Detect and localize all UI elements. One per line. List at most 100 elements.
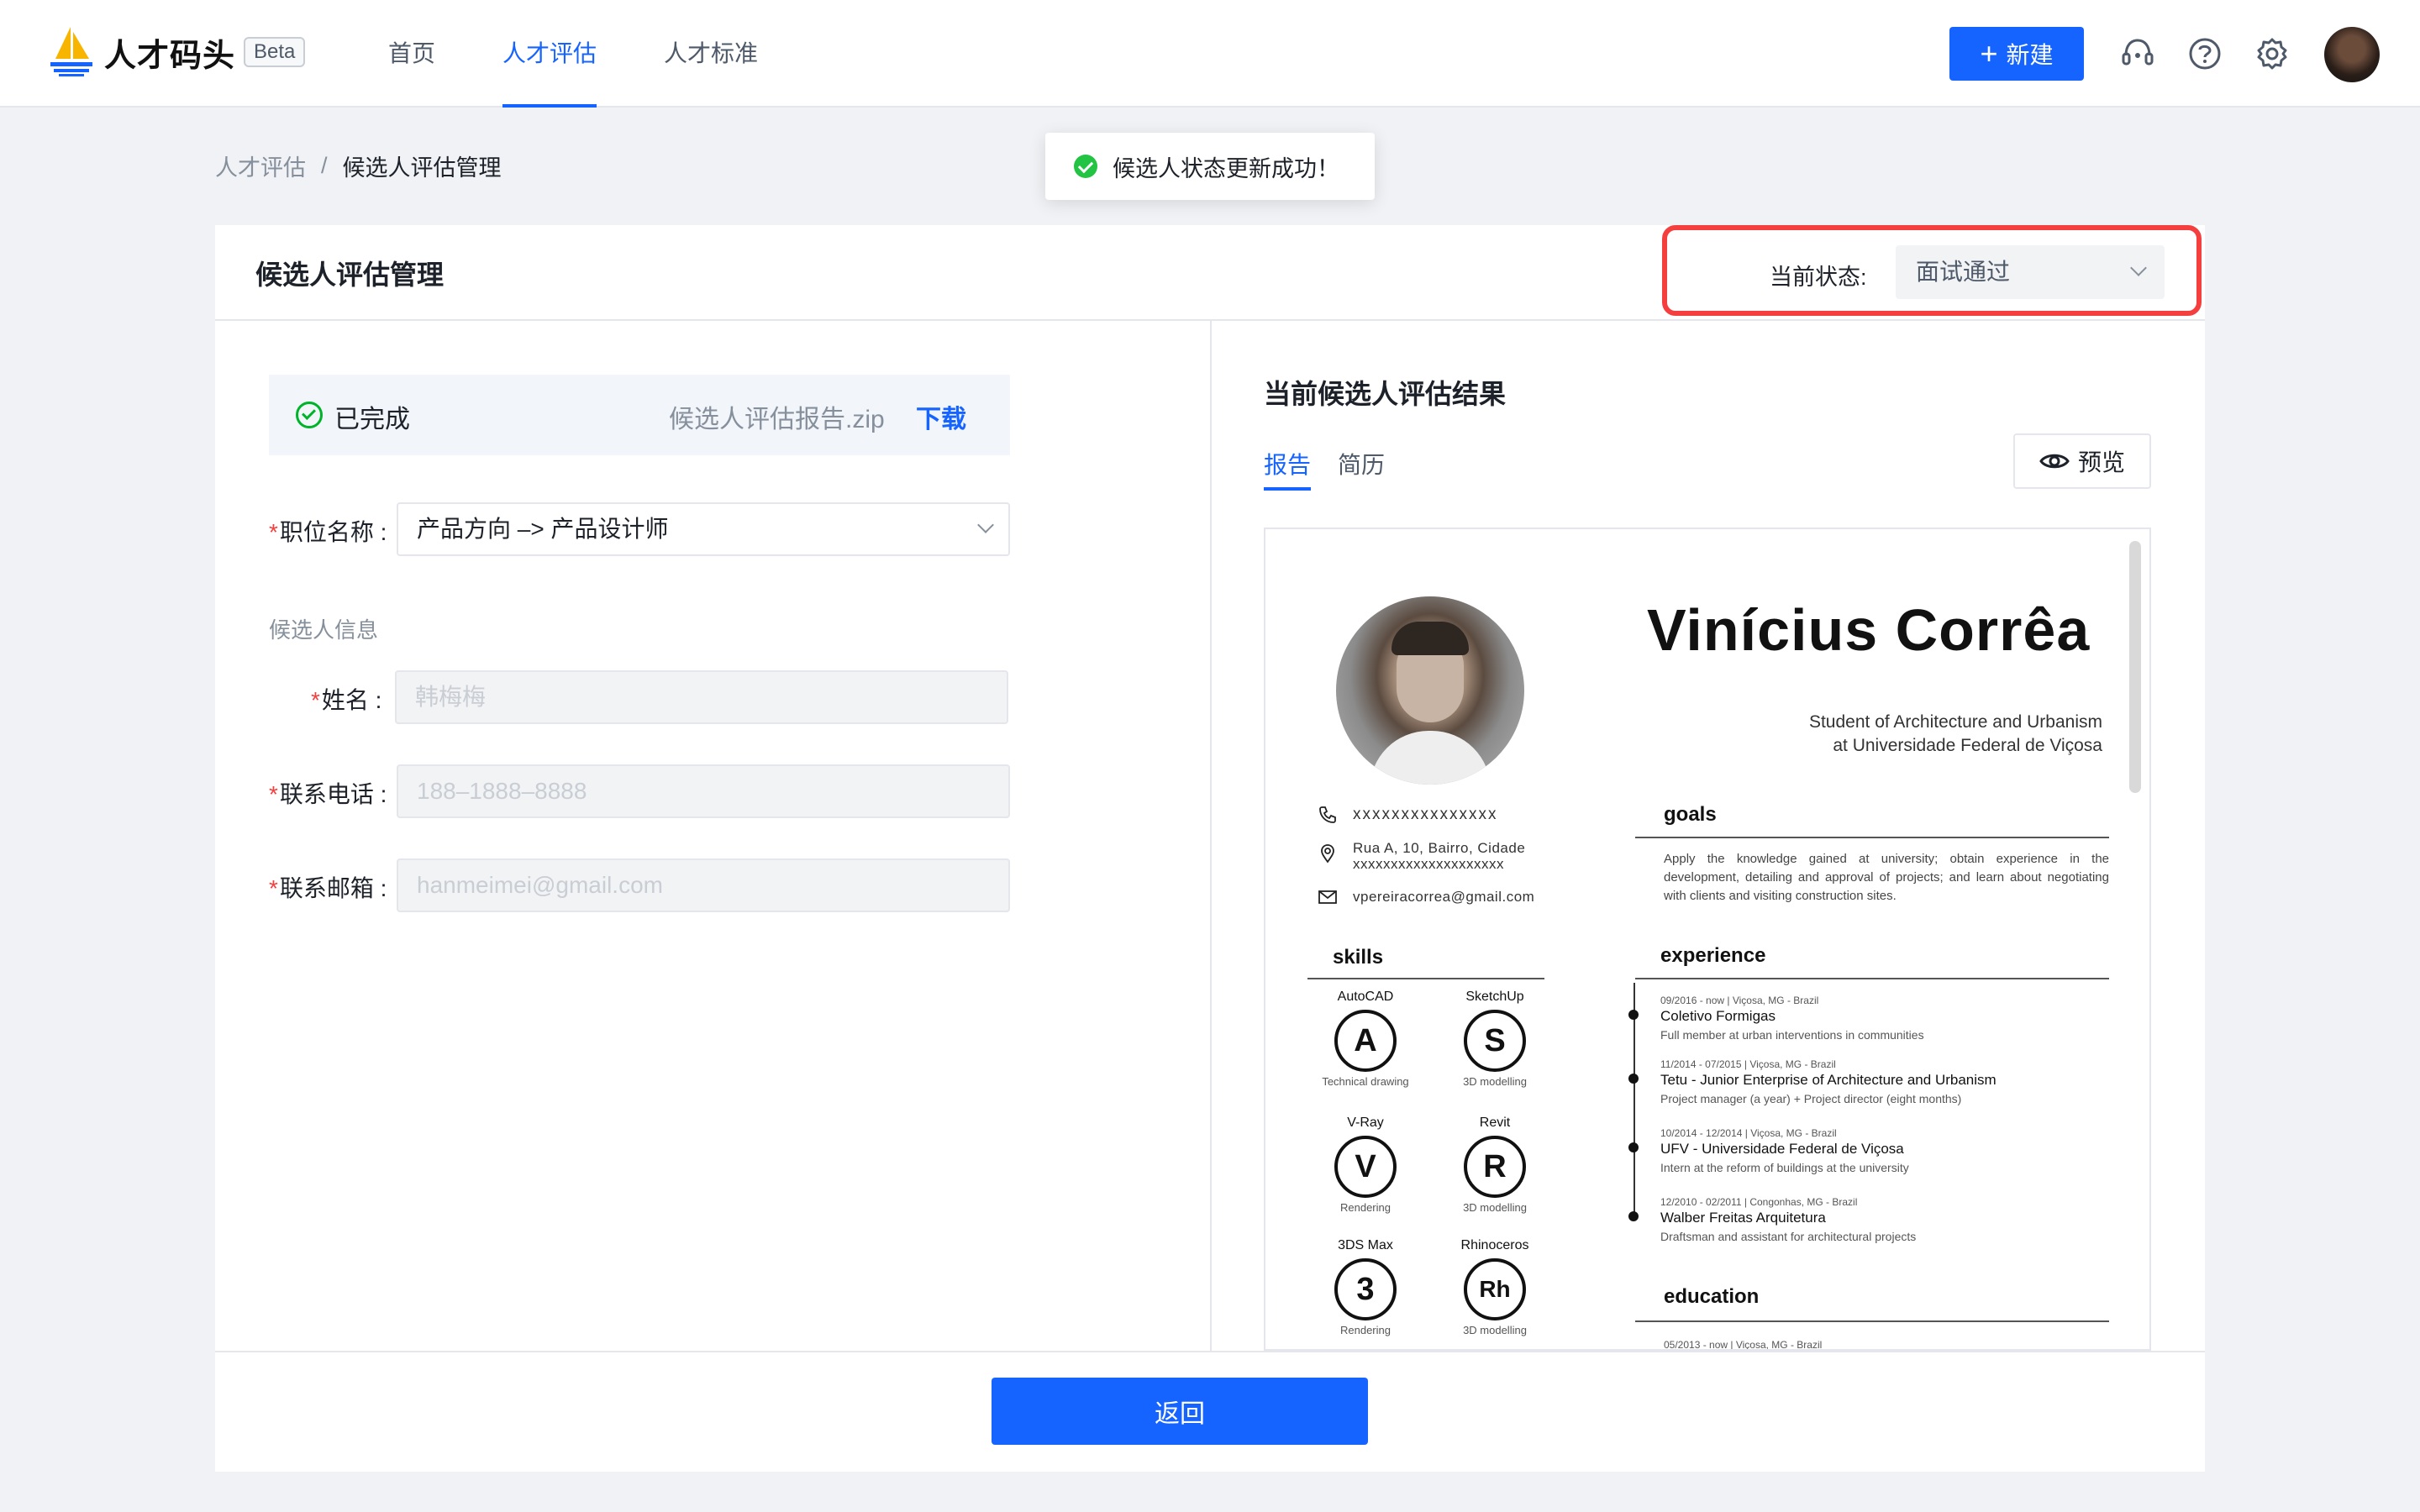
position-select[interactable]: 产品方向 –> 产品设计师 [397,502,1010,556]
beta-badge: Beta [244,37,306,67]
position-select-value: 产品方向 –> 产品设计师 [417,516,669,542]
required-mark: * [311,687,320,713]
timeline-dot [1628,1074,1639,1084]
skill-3dsmax: 3DS Max 3 Rendering [1302,1238,1428,1336]
user-avatar[interactable] [2324,27,2380,82]
headset-support-icon[interactable] [2119,35,2156,72]
timeline-dot [1628,1142,1639,1152]
status-select[interactable]: 面试通过 [1896,245,2165,299]
name-input[interactable] [395,670,1008,724]
toast-message: 候选人状态更新成功！ [1113,155,1339,181]
scrollbar-thumb[interactable] [2129,541,2141,793]
card-title: 候选人评估管理 [255,260,445,290]
resume-experience-heading: experience [1660,944,1766,967]
phone-input[interactable] [397,764,1010,818]
help-icon[interactable] [2186,35,2223,72]
status-select-value: 面试通过 [1916,259,2011,285]
skill-revit: Revit R 3D modelling [1432,1116,1558,1214]
email-label: *联系邮箱 : [269,870,387,904]
name-label-text: 姓名 : [321,687,382,713]
skill-desc: 3D modelling [1463,1075,1527,1088]
breadcrumb: 人才评估 / 候选人评估管理 [215,150,502,182]
report-status-text: 已完成 [334,406,410,433]
resume-goals-text: Apply the knowledge gained at university… [1664,852,2109,903]
experience-meta: 09/2016 - now | Viçosa, MG - Brazil [1660,995,1819,1006]
breadcrumb-parent[interactable]: 人才评估 [215,150,306,182]
phone-label: *联系电话 : [269,776,387,810]
status-label: 当前状态: [1770,265,1867,290]
skill-desc: Technical drawing [1322,1075,1409,1088]
skills-rule [1307,978,1544,979]
experience-desc: Intern at the reform of buildings at the… [1660,1161,1909,1174]
resume-subtitle-line1: Student of Architecture and Urbanism [1808,712,2102,732]
sketchup-icon: S [1464,1010,1526,1072]
result-title: 当前候选人评估结果 [1264,379,1507,409]
resume-skills-heading: skills [1333,946,1384,969]
chevron-down-icon [977,517,994,533]
nav-talent-standards[interactable]: 人才标准 [664,0,758,108]
autocad-icon: A [1334,1010,1397,1072]
phone-label-text: 联系电话 : [279,781,387,807]
tab-resume[interactable]: 简历 [1338,447,1385,480]
skill-name: 3DS Max [1338,1238,1393,1252]
education-meta: 05/2013 - now | Viçosa, MG - Brazil [1664,1339,1823,1351]
check-circle-icon [296,402,323,428]
name-label: *姓名 : [311,682,381,716]
rhinoceros-icon: Rh [1464,1258,1526,1320]
skill-name: AutoCAD [1337,990,1394,1004]
chevron-down-icon [2130,260,2147,276]
main-nav: 首页 人才评估 人才标准 [388,0,825,108]
resume-address-line2: xxxxxxxxxxxxxxxxxxxx [1353,856,1504,872]
resume-subtitle-line2: at Universidade Federal de Viçosa [1833,736,2102,755]
skill-desc: 3D modelling [1463,1324,1527,1336]
skill-name: Rhinoceros [1460,1238,1529,1252]
preview-button[interactable]: 预览 [2013,433,2151,489]
goals-rule [1635,837,2109,838]
plus-icon: + [1980,36,1998,71]
success-toast: 候选人状态更新成功！ [1045,133,1375,200]
skill-autocad: AutoCAD A Technical drawing [1302,990,1428,1088]
gear-icon[interactable] [2254,35,2291,72]
report-file-name: 候选人评估报告.zip [669,406,885,433]
skill-desc: Rendering [1340,1324,1391,1336]
nav-talent-evaluation[interactable]: 人才评估 [502,0,597,108]
experience-desc: Project manager (a year) + Project direc… [1660,1092,1962,1105]
resume-address: Rua A, 10, Bairro, Cidade xxxxxxxxxxxxxx… [1353,840,1525,872]
skill-desc: 3D modelling [1463,1201,1527,1214]
sailboat-logo-icon [47,25,96,79]
experience-title: UFV - Universidade Federal de Viçosa [1660,1141,1904,1157]
breadcrumb-current: 候选人评估管理 [342,155,502,181]
back-button[interactable]: 返回 [992,1378,1368,1445]
position-label-text: 职位名称 : [279,519,387,545]
top-navbar: 人才码头 Beta 首页 人才评估 人才标准 + 新建 [0,0,2420,108]
phone-icon [1319,806,1336,823]
position-label: *职位名称 : [269,514,387,548]
email-input[interactable] [397,858,1010,912]
download-link[interactable]: 下载 [916,398,966,435]
skill-rhinoceros: Rhinoceros Rh 3D modelling [1432,1238,1558,1336]
resume-education-heading: education [1664,1285,1760,1308]
report-status-box: 已完成 候选人评估报告.zip 下载 [269,375,1010,455]
resume-preview[interactable]: Vinícius Corrêa Student of Architecture … [1264,528,2151,1351]
brand-name: 人才码头 [104,38,236,74]
experience-title: Walber Freitas Arquitetura [1660,1210,1826,1226]
timeline-dot [1628,1010,1639,1020]
skill-desc: Rendering [1340,1201,1391,1214]
timeline-dot [1628,1211,1639,1221]
tab-report[interactable]: 报告 [1264,447,1312,491]
mail-icon [1318,890,1337,904]
resume-phone: xxxxxxxxxxxxxxx [1353,806,1498,823]
experience-meta: 10/2014 - 12/2014 | Viçosa, MG - Brazil [1660,1127,1837,1139]
brand-logo[interactable]: 人才码头 Beta [47,25,306,79]
required-mark: * [269,781,278,807]
resume-name: Vinícius Corrêa [1647,597,2091,663]
new-button[interactable]: + 新建 [1949,27,2084,81]
experience-desc: Full member at urban interventions in co… [1660,1028,1924,1042]
success-check-icon [1074,155,1097,178]
nav-home[interactable]: 首页 [388,0,435,108]
experience-meta: 12/2010 - 02/2011 | Congonhas, MG - Braz… [1660,1196,1858,1208]
candidate-info-heading: 候选人信息 [269,617,379,643]
skill-name: Revit [1479,1116,1511,1130]
email-label-text: 联系邮箱 : [279,875,387,901]
new-button-label: 新建 [2006,42,2054,68]
